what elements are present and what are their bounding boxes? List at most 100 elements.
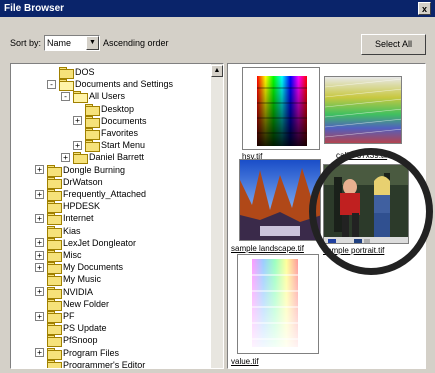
scroll-up-arrow-icon[interactable]: ▲ bbox=[211, 65, 223, 77]
tree-item[interactable]: Favorites bbox=[73, 127, 139, 140]
tree-item-label: Desktop bbox=[101, 103, 135, 114]
tree-item-label: Frequently_Attached bbox=[63, 189, 147, 199]
tree-item-label: Favorites bbox=[101, 128, 139, 138]
tree-item[interactable]: DOS bbox=[47, 66, 95, 79]
folder-icon bbox=[73, 152, 88, 165]
tree-item[interactable]: + Misc bbox=[35, 249, 82, 262]
tree-item[interactable]: + NVIDIA bbox=[35, 286, 94, 299]
sort-select-value: Name bbox=[47, 38, 72, 48]
folder-icon bbox=[47, 347, 62, 360]
tree-item[interactable]: Kias bbox=[35, 225, 81, 238]
tree-item[interactable]: + Documents bbox=[73, 115, 147, 128]
folder-icon bbox=[47, 213, 62, 226]
tree-item[interactable]: PS Update bbox=[35, 322, 107, 336]
folder-icon bbox=[47, 201, 62, 214]
folder-icon bbox=[47, 262, 62, 275]
tree-item[interactable]: New Folder bbox=[35, 298, 110, 311]
tree-item-label: Documents and Settings bbox=[75, 79, 174, 90]
tree-item[interactable]: + Program Files bbox=[35, 347, 120, 360]
folder-icon bbox=[47, 359, 62, 368]
tree-item-label: NVIDIA bbox=[63, 286, 94, 297]
expand-icon[interactable]: + bbox=[35, 311, 44, 321]
thumbnail-image bbox=[237, 254, 319, 354]
expand-icon[interactable]: + bbox=[35, 348, 44, 358]
collapse-icon[interactable]: - bbox=[61, 91, 70, 101]
expand-icon[interactable]: + bbox=[35, 287, 44, 297]
thumbnail-item[interactable]: hsv.tif bbox=[242, 67, 322, 161]
tree-item-label: Start Menu bbox=[101, 140, 146, 151]
expand-icon[interactable]: + bbox=[35, 238, 44, 248]
collapse-icon[interactable]: - bbox=[47, 79, 56, 89]
tree-item[interactable]: - Documents and Settings bbox=[47, 78, 174, 92]
folder-icon bbox=[85, 128, 100, 140]
folder-icon bbox=[47, 250, 62, 262]
chevron-down-icon[interactable]: ▼ bbox=[86, 36, 100, 50]
expand-icon[interactable]: + bbox=[35, 189, 44, 199]
folder-icon bbox=[47, 176, 62, 189]
expand-icon[interactable]: + bbox=[73, 116, 82, 126]
sort-select[interactable]: Name ▼ bbox=[44, 35, 101, 51]
thumbnail-image bbox=[324, 76, 402, 144]
folder-open-icon bbox=[59, 79, 74, 92]
tree-item-label: New Folder bbox=[63, 298, 110, 309]
tree-item-label: Program Files bbox=[63, 347, 120, 358]
folder-icon bbox=[47, 298, 62, 311]
tree-item-label: PfSnoop bbox=[63, 335, 98, 346]
tree-item[interactable]: + PF bbox=[35, 310, 75, 323]
tree-scrollbar[interactable]: ▲ bbox=[211, 64, 223, 368]
tree-item-label: Dongle Burning bbox=[63, 164, 126, 175]
folder-icon bbox=[47, 335, 62, 348]
thumbnail-item[interactable]: value.tif bbox=[231, 254, 323, 368]
expand-icon[interactable]: + bbox=[61, 152, 70, 162]
title-bar: File Browser x bbox=[0, 0, 435, 17]
tree-item[interactable]: Desktop bbox=[73, 103, 135, 116]
close-button[interactable]: x bbox=[418, 2, 431, 15]
tree-item[interactable]: + My Documents bbox=[35, 261, 124, 275]
tree-item-label: Internet bbox=[63, 213, 94, 224]
tree-item-label: PS Update bbox=[63, 323, 107, 334]
expand-icon[interactable]: + bbox=[35, 250, 44, 260]
tree-item[interactable]: Programmer's Editor bbox=[35, 359, 146, 369]
tree-item[interactable]: PfSnoop bbox=[35, 334, 98, 348]
tree-item[interactable]: DrWatson bbox=[35, 176, 103, 189]
folder-tree[interactable]: ▲ DOS - Documents and Settings - All Users De… bbox=[10, 63, 224, 369]
expand-icon[interactable]: + bbox=[35, 213, 44, 223]
folder-icon bbox=[47, 237, 62, 250]
tree-item[interactable]: + LexJet Dongleator bbox=[35, 237, 136, 250]
expand-icon[interactable]: + bbox=[35, 165, 44, 175]
tree-item-label: Daniel Barrett bbox=[89, 152, 145, 163]
tree-item[interactable]: + Daniel Barrett bbox=[61, 151, 145, 165]
select-all-button[interactable]: Select All bbox=[361, 34, 426, 55]
folder-icon bbox=[47, 164, 62, 177]
folder-icon bbox=[47, 189, 62, 201]
tree-item[interactable]: + Internet bbox=[35, 212, 94, 226]
tree-item[interactable]: My Music bbox=[35, 273, 101, 287]
tree-item[interactable]: + Frequently_Attached bbox=[35, 188, 147, 201]
tree-item[interactable]: + Dongle Burning bbox=[35, 164, 126, 177]
tree-item-label: My Music bbox=[63, 274, 101, 285]
tree-item[interactable]: - All Users bbox=[61, 90, 126, 104]
folder-icon bbox=[85, 103, 100, 116]
tree-item-label: Misc bbox=[63, 250, 82, 260]
tree-item-label: DrWatson bbox=[63, 176, 103, 187]
tree-item-label: Programmer's Editor bbox=[63, 359, 146, 369]
thumbnail-image bbox=[239, 159, 321, 241]
expand-icon[interactable]: + bbox=[35, 262, 44, 272]
folder-icon bbox=[47, 225, 62, 238]
tree-item-label: All Users bbox=[89, 91, 126, 102]
folder-icon bbox=[85, 115, 100, 128]
tree-item[interactable]: HPDESK bbox=[35, 200, 100, 214]
folder-icon bbox=[59, 67, 74, 79]
thumbnail-label: sample landscape.tif bbox=[231, 244, 304, 253]
expand-icon[interactable]: + bbox=[73, 140, 82, 150]
tree-item[interactable]: + Start Menu bbox=[73, 139, 146, 153]
tree-item-label: My Documents bbox=[63, 262, 124, 273]
folder-icon bbox=[47, 274, 62, 287]
